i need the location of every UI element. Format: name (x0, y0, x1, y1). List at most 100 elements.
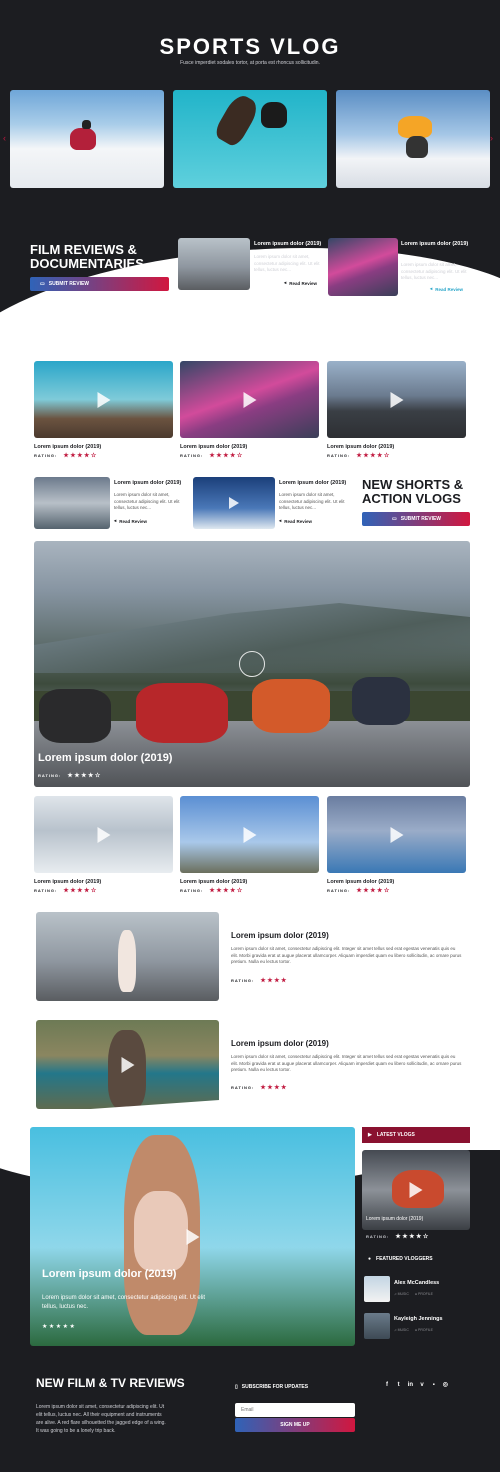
big-feature-text: Lorem ipsum dolor sit amet, consectetur … (42, 1295, 206, 1310)
hero-slide-image[interactable] (336, 90, 490, 188)
video-thumb[interactable] (327, 796, 466, 873)
review-thumb-image[interactable] (328, 238, 398, 296)
email-input[interactable] (235, 1403, 355, 1417)
rating-stars: ★★★★☆ (63, 453, 98, 459)
skier-pants (406, 136, 428, 158)
sign-up-button[interactable]: SIGN ME UP (235, 1418, 355, 1432)
skier-helmet (82, 120, 91, 129)
motorcycle (39, 689, 111, 743)
article-title[interactable]: Lorem ipsum dolor (2019) (231, 1039, 329, 1048)
submit-review-button[interactable]: ▭ SUBMIT REVIEW (30, 277, 169, 291)
rating-row: RATING: ★★★★☆ (327, 453, 391, 459)
review-card-title[interactable]: Lorem ipsum dolor (2019) (114, 480, 189, 486)
profile-link[interactable]: ● PROFILE (415, 1328, 433, 1332)
rating-stars: ★★★★☆ (395, 1234, 430, 1240)
video-title[interactable]: Lorem ipsum dolor (2019) (327, 879, 394, 885)
film-reviews-title: FILM REVIEWS & DOCUMENTARIES (30, 242, 144, 271)
video-thumb[interactable] (327, 361, 466, 438)
video-thumb[interactable] (180, 361, 319, 438)
rating-stars: ★★★★☆ (209, 888, 244, 894)
article-image[interactable] (36, 1020, 219, 1109)
shorts-title: NEW SHORTS & ACTION VLOGS (362, 477, 464, 506)
video-thumb[interactable] (34, 796, 173, 873)
hero-slide-image[interactable] (173, 90, 327, 188)
review-card-title[interactable]: Lorem ipsum dolor (2019) (401, 241, 471, 247)
profile-link[interactable]: ● PROFILE (415, 1292, 433, 1296)
video-title[interactable]: Lorem ipsum dolor (2019) (327, 444, 394, 450)
carousel-next-arrow[interactable]: › (490, 133, 493, 143)
read-review-link[interactable]: ◂ Read Review (279, 518, 312, 524)
skier-jacket (398, 116, 432, 138)
facebook-icon[interactable]: f (382, 1382, 392, 1388)
featured-video-title[interactable]: Lorem ipsum dolor (2019) (38, 752, 172, 764)
video-thumb[interactable] (180, 796, 319, 873)
latest-vlog-thumb[interactable]: Lorem ipsum dolor (2019) (362, 1150, 470, 1230)
play-icon[interactable] (390, 391, 403, 408)
rating-stars: ★★★★☆ (356, 888, 391, 894)
review-card-title[interactable]: Lorem ipsum dolor (2019) (279, 480, 354, 486)
rating-stars: ★★★★★ (42, 1324, 77, 1330)
vimeo-icon[interactable]: v (417, 1382, 427, 1388)
play-icon[interactable] (390, 826, 403, 843)
social-links: f t in v ▪ ◎ (382, 1381, 450, 1388)
play-icon[interactable] (409, 1182, 423, 1198)
review-thumb-image[interactable] (178, 238, 250, 290)
play-ring-icon[interactable] (239, 651, 265, 677)
play-icon[interactable] (243, 391, 256, 408)
vlogger-name[interactable]: Kayleigh Jennings (394, 1316, 443, 1322)
vlogger-name[interactable]: Alex McCandless (394, 1280, 439, 1286)
rating-row: RATING: ★★★★☆ (34, 453, 98, 459)
play-icon[interactable] (186, 1228, 199, 1245)
twitter-icon[interactable]: t (394, 1382, 404, 1388)
review-thumb-image[interactable] (193, 477, 275, 529)
latest-vlogs-header: ▶ LATEST VLOGS (362, 1127, 470, 1143)
video-thumb[interactable] (34, 361, 173, 438)
play-small-icon: ▶ (368, 1132, 372, 1138)
play-icon[interactable] (229, 497, 239, 509)
article-text: Lorem ipsum dolor sit amet, consectetur … (231, 1054, 462, 1072)
submit-review-button[interactable]: ▭ SUBMIT REVIEW (362, 512, 470, 526)
featured-vloggers-header: ● FEATURED VLOGGERS (368, 1256, 433, 1262)
big-feature-image[interactable]: Lorem ipsum dolor (2019) Lorem ipsum dol… (30, 1127, 355, 1346)
play-icon[interactable] (121, 1056, 134, 1073)
music-link[interactable]: ♫ MUSIC (394, 1292, 409, 1296)
music-link[interactable]: ♫ MUSIC (394, 1328, 409, 1332)
woman-figure (118, 930, 136, 992)
article-title[interactable]: Lorem ipsum dolor (2019) (231, 931, 329, 940)
rating-stars: ★★★★☆ (356, 453, 391, 459)
rating-row: RATING: ★★★★ (231, 1085, 288, 1091)
video-title[interactable]: Lorem ipsum dolor (2019) (34, 444, 101, 450)
hero-slide-image[interactable] (10, 90, 164, 188)
big-feature-title[interactable]: Lorem ipsum dolor (2019) (42, 1268, 176, 1280)
read-review-link[interactable]: ◂ Read Review (430, 286, 463, 292)
page-title: SPORTS VLOG (159, 34, 341, 59)
flickr-icon[interactable]: ▪ (429, 1382, 439, 1388)
avatar[interactable] (364, 1276, 390, 1302)
megaphone-icon: ◂ (284, 280, 287, 285)
play-icon[interactable] (243, 826, 256, 843)
rating-row: RATING: ★★★★☆ (180, 453, 244, 459)
review-thumb-image[interactable] (34, 477, 110, 529)
latest-vlog-title[interactable]: Lorem ipsum dolor (2019) (366, 1216, 423, 1222)
skateboarder-figure (212, 91, 262, 149)
video-title[interactable]: Lorem ipsum dolor (2019) (180, 879, 247, 885)
rating-row: RATING: ★★★★☆ (38, 773, 102, 779)
read-review-link[interactable]: ◂ Read Review (284, 280, 317, 286)
page-subtitle: Fusce imperdiet sodales tortor, at porta… (180, 60, 320, 66)
review-card-title[interactable]: Lorem ipsum dolor (2019) (254, 241, 324, 247)
play-icon[interactable] (97, 391, 110, 408)
linkedin-icon[interactable]: in (405, 1382, 415, 1388)
rating-row: RATING: ★★★★☆ (327, 888, 391, 894)
read-review-link[interactable]: ◂ Read Review (114, 518, 147, 524)
video-title[interactable]: Lorem ipsum dolor (2019) (180, 444, 247, 450)
instagram-icon[interactable]: ◎ (440, 1381, 450, 1388)
article-image[interactable] (36, 912, 219, 1001)
motorcycle (136, 683, 228, 743)
play-icon[interactable] (97, 826, 110, 843)
video-title[interactable]: Lorem ipsum dolor (2019) (34, 879, 101, 885)
megaphone-icon: ◂ (430, 286, 433, 291)
footer-text: Lorem ipsum dolor sit amet, consectetur … (36, 1404, 166, 1434)
carousel-prev-arrow[interactable]: ‹ (3, 133, 6, 143)
featured-video[interactable]: Lorem ipsum dolor (2019) RATING: ★★★★☆ (34, 541, 470, 787)
avatar[interactable] (364, 1313, 390, 1339)
